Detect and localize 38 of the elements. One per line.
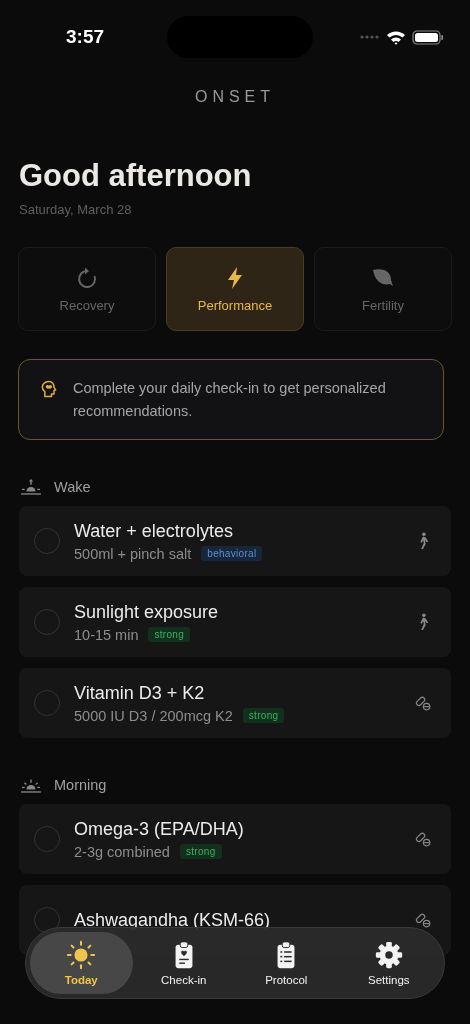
evidence-tag: strong xyxy=(148,627,191,642)
item-name: Water + electrolytes xyxy=(74,520,234,542)
settings-icon xyxy=(373,940,404,970)
item-dose: 500ml + pinch salt xyxy=(74,545,192,562)
protocol-item-card[interactable]: Water + electrolytes 500ml + pinch salt behavioral xyxy=(19,506,451,576)
mode-tab[interactable]: Performance xyxy=(166,247,304,331)
battery-icon xyxy=(412,29,444,45)
tab-bar-item[interactable]: Today xyxy=(30,932,133,994)
sunrise-icon xyxy=(20,478,42,496)
section-title: Morning xyxy=(54,777,107,793)
status-time: 3:57 xyxy=(66,26,105,48)
item-dose: 10-15 min xyxy=(74,626,139,643)
app-title: ONSET xyxy=(193,88,277,106)
head-brain-icon xyxy=(39,379,59,399)
date-text: Saturday, March 28 xyxy=(19,202,133,217)
item-dose: 2-3g combined xyxy=(74,843,170,860)
item-name: Omega-3 (EPA/DHA) xyxy=(74,818,245,840)
evidence-tag: behavioral xyxy=(201,546,263,561)
pill-icon xyxy=(415,694,431,712)
item-name: Sunlight exposure xyxy=(74,601,220,623)
greeting-heading: Good afternoon xyxy=(19,158,253,194)
item-name: Ashwagandha (KSM-66) xyxy=(74,909,272,931)
evidence-tag: strong xyxy=(179,844,222,859)
evidence-tag: strong xyxy=(242,708,285,723)
checkin-banner[interactable]: Complete your daily check-in to get personalized recommendations. xyxy=(18,359,444,440)
item-name: Vitamin D3 + K2 xyxy=(74,682,206,704)
wifi-icon xyxy=(386,29,406,45)
section-title: Wake xyxy=(54,479,91,495)
sun-icon xyxy=(66,940,97,970)
banner-text: Complete your daily check-in to get personalized recommendations. xyxy=(73,379,387,421)
pill-icon xyxy=(415,830,431,848)
pill-icon xyxy=(415,911,431,929)
item-dose: 5000 IU D3 / 200mcg K2 xyxy=(74,707,233,724)
protocol-item-card[interactable]: Omega-3 (EPA/DHA) 2-3g combined strong xyxy=(19,804,451,874)
protocol-item-card[interactable]: Sunlight exposure 10-15 min strong xyxy=(19,587,451,657)
protocol-item-card[interactable]: Vitamin D3 + K2 5000 IU D3 / 200mcg K2 strong xyxy=(19,668,451,738)
refresh-icon xyxy=(75,265,99,290)
signal-icon xyxy=(360,35,380,39)
